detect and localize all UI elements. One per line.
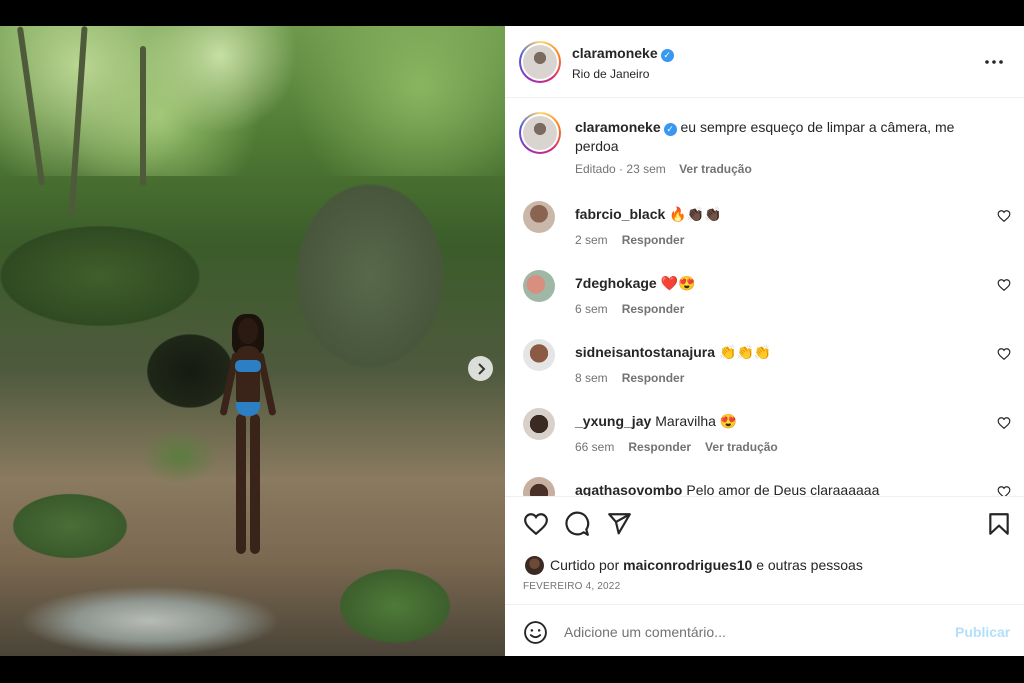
author-avatar[interactable] (519, 41, 561, 83)
commenter-avatar[interactable] (523, 477, 555, 496)
commenter-avatar[interactable] (523, 408, 555, 440)
reply-button[interactable]: Responder (622, 371, 685, 385)
next-photo-button[interactable] (468, 356, 493, 381)
author-username[interactable]: claramoneke (572, 45, 658, 61)
post-location[interactable]: Rio de Janeiro (572, 67, 649, 81)
comment-like-heart-icon[interactable] (997, 278, 1011, 292)
caption-author-avatar[interactable] (519, 112, 561, 154)
likes-summary: Curtido por maiconrodrigues10 e outras p… (525, 556, 863, 575)
comment-like-heart-icon[interactable] (997, 416, 1011, 430)
caption-username[interactable]: claramoneke (575, 119, 661, 135)
commenter-avatar[interactable] (523, 339, 555, 371)
chevron-right-icon (477, 362, 485, 375)
commenter-avatar[interactable] (523, 270, 555, 302)
comment-like-heart-icon[interactable] (997, 347, 1011, 361)
verified-badge-icon: ✓ (660, 49, 674, 62)
comment-input[interactable] (564, 621, 924, 643)
edited-label: Editado (575, 162, 616, 176)
comment-age: 8 sem (575, 371, 608, 385)
add-comment-bar: Publicar (505, 604, 1024, 657)
commenter-username[interactable]: 7deghokage (575, 275, 657, 291)
comment-age: 6 sem (575, 302, 608, 316)
tree-trunk (140, 46, 146, 186)
liker-avatar[interactable] (525, 556, 544, 575)
likes-prefix: Curtido por (550, 557, 620, 573)
comment-text: Pelo amor de Deus claraaaaaa (686, 482, 880, 496)
see-translation-link[interactable]: Ver tradução (679, 162, 752, 176)
comment-icon[interactable] (564, 511, 590, 537)
comment-text: ❤️😍 (660, 275, 696, 291)
commenter-username[interactable]: _yxung_jay (575, 413, 651, 429)
post-date[interactable]: FEVEREIRO 4, 2022 (523, 581, 620, 592)
verified-badge-icon: ✓ (663, 123, 677, 136)
comment-text: 👏👏👏 (719, 344, 772, 360)
post-photo (0, 26, 505, 656)
comment-text: Maravilha 😍 (655, 413, 738, 429)
commenter-username[interactable]: agathasovombo (575, 482, 682, 496)
meta-separator: · (619, 162, 624, 176)
comment-text: 🔥👏🏿👏🏿 (669, 206, 722, 222)
commenter-username[interactable]: fabrcio_black (575, 206, 665, 222)
comment-like-heart-icon[interactable] (997, 209, 1011, 223)
author-name-row: claramoneke ✓ (572, 45, 674, 63)
person-figure (218, 314, 278, 568)
caption: claramoneke ✓ eu sempre esqueço de limpar… (575, 118, 975, 156)
stream-water (20, 586, 280, 656)
more-horizontal-icon (985, 60, 1003, 64)
comment-item: agathasovombo Pelo amor de Deus claraaaaa… (505, 477, 1024, 496)
heart-icon[interactable] (523, 511, 549, 537)
send-icon[interactable] (606, 511, 632, 537)
reply-button[interactable]: Responder (628, 440, 691, 454)
comment-like-heart-icon[interactable] (997, 485, 1011, 496)
caption-age: 23 sem (626, 162, 666, 176)
bookmark-icon[interactable] (986, 511, 1012, 537)
likes-suffix[interactable]: e outras pessoas (756, 557, 863, 573)
comment-item: 7deghokage ❤️😍 6 sem Responder (505, 270, 1024, 330)
comment-item: _yxung_jay Maravilha 😍 66 sem Responder Ver… (505, 408, 1024, 468)
publish-button[interactable]: Publicar (955, 624, 1010, 640)
emoji-icon[interactable] (523, 620, 548, 645)
caption-meta: Editado · 23 sem Ver tradução (575, 162, 752, 176)
commenter-username[interactable]: sidneisantostanajura (575, 344, 715, 360)
post-actions: Curtido por maiconrodrigues10 e outras p… (505, 496, 1024, 656)
post-side-panel: claramoneke ✓ Rio de Janeiro claramoneke ✓… (505, 26, 1024, 656)
commenter-avatar[interactable] (523, 201, 555, 233)
reply-button[interactable]: Responder (622, 302, 685, 316)
comment-item: sidneisantostanajura 👏👏👏 8 sem Responder (505, 339, 1024, 399)
post-header: claramoneke ✓ Rio de Janeiro (505, 26, 1024, 98)
comment-age: 2 sem (575, 233, 608, 247)
see-translation-link[interactable]: Ver tradução (705, 440, 778, 454)
comment-item: fabrcio_black 🔥👏🏿👏🏿 2 sem Responder (505, 201, 1024, 261)
comment-age: 66 sem (575, 440, 615, 454)
more-options-button[interactable] (985, 48, 1003, 69)
reply-button[interactable]: Responder (622, 233, 685, 247)
liker-username[interactable]: maiconrodrigues10 (623, 557, 752, 573)
comments-list[interactable]: claramoneke ✓ eu sempre esqueço de limpar… (505, 98, 1024, 496)
